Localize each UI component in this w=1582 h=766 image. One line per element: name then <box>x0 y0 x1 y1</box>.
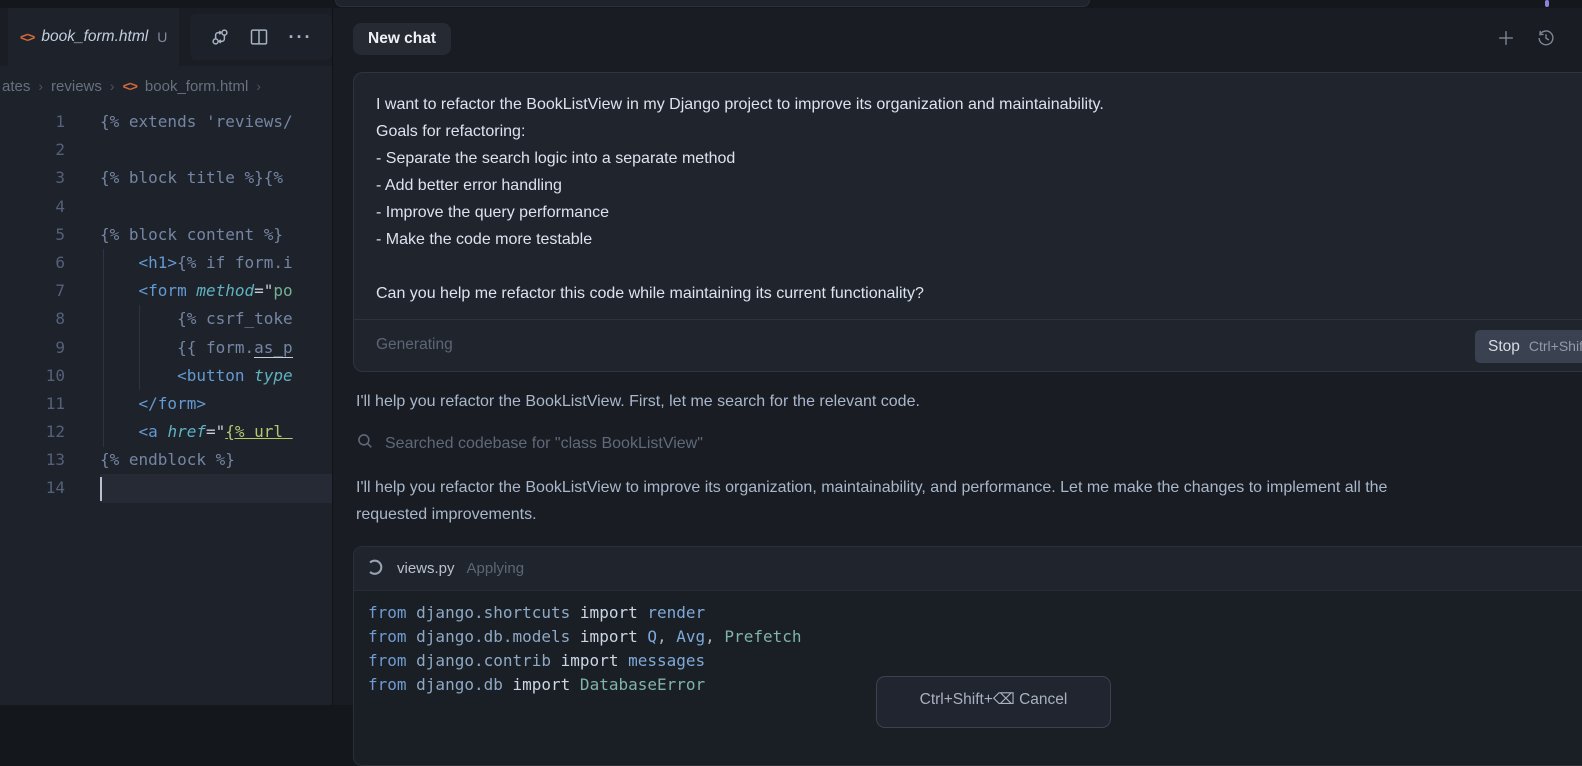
code-line: 8 {% csrf_toke <box>0 305 332 333</box>
message-line: - Make the code more testable <box>376 226 1582 253</box>
tab-filename: book_form.html <box>41 28 148 46</box>
command-palette-box[interactable] <box>335 0 1090 7</box>
indent-guide <box>103 249 104 447</box>
code-line: 10 <button type <box>0 362 332 390</box>
code-block-header[interactable]: views.py Applying <box>354 547 1582 591</box>
search-icon <box>356 432 374 455</box>
code-line: from django.contrib import messages <box>368 649 1582 673</box>
chat-header: New chat <box>333 8 1582 70</box>
user-message-text: I want to refactor the BookListView in m… <box>354 73 1582 307</box>
breadcrumb: ates›reviews›<>book_form.html› <box>0 66 332 106</box>
breadcrumb-item[interactable]: reviews <box>51 78 102 95</box>
message-line: Goals for refactoring: <box>376 118 1582 145</box>
line-number: 7 <box>0 277 65 305</box>
history-icon[interactable] <box>1536 28 1556 53</box>
tab-bar: <> book_form.html U ··· <box>0 8 332 66</box>
assistant-paragraph-2-line1: I'll help you refactor the BookListView … <box>356 474 1582 502</box>
breadcrumb-item[interactable]: book_form.html <box>145 78 248 95</box>
text-cursor <box>100 477 102 501</box>
code-line: 4 <box>0 193 332 221</box>
line-number: 12 <box>0 418 65 446</box>
tool-call-text: Searched codebase for "class BookListVie… <box>385 435 703 453</box>
stop-button[interactable]: Stop Ctrl+Shift+⌫ <box>1475 330 1582 363</box>
editor-pane: <> book_form.html U ··· ates›reviews›<>b… <box>0 8 332 705</box>
tool-call-row[interactable]: Searched codebase for "class BookListVie… <box>356 432 703 455</box>
line-number: 11 <box>0 390 65 418</box>
code-line: 6 <h1>{% if form.i <box>0 249 332 277</box>
html-file-icon: <> <box>123 78 137 94</box>
accent-dot <box>1545 0 1549 7</box>
line-number: 1 <box>0 108 65 136</box>
file-tab[interactable]: <> book_form.html U <box>8 8 179 66</box>
html-file-icon: <> <box>20 29 34 45</box>
message-line: I want to refactor the BookListView in m… <box>376 91 1582 118</box>
line-number: 9 <box>0 334 65 362</box>
line-number: 4 <box>0 193 65 221</box>
line-number: 8 <box>0 305 65 333</box>
message-line: - Add better error handling <box>376 172 1582 199</box>
code-line: 11 </form> <box>0 390 332 418</box>
split-editor-icon[interactable] <box>249 27 269 47</box>
chat-tab[interactable]: New chat <box>353 23 451 55</box>
assistant-paragraph-1: I'll help you refactor the BookListView.… <box>356 388 1582 416</box>
message-footer: Generating Stop Ctrl+Shift+⌫ <box>354 319 1582 372</box>
line-number: 6 <box>0 249 65 277</box>
git-compare-icon[interactable] <box>210 27 230 47</box>
line-number: 14 <box>0 474 65 502</box>
code-line: 7 <form method="po <box>0 277 332 305</box>
code-block-card: views.py Applying from django.shortcuts … <box>353 546 1582 766</box>
cancel-shortcut-button[interactable]: Ctrl+Shift+⌫ Cancel <box>876 676 1111 728</box>
code-line: 12 <a href="{% url <box>0 418 332 446</box>
new-chat-icon[interactable] <box>1496 28 1516 53</box>
code-line: 5{% block content %} <box>0 221 332 249</box>
code-editor[interactable]: 1{% extends 'reviews/2 3{% block title %… <box>0 108 332 705</box>
breadcrumb-item[interactable]: ates <box>2 78 30 95</box>
code-block-filename: views.py <box>397 560 455 577</box>
message-line: - Improve the query performance <box>376 199 1582 226</box>
indent-guide <box>139 305 140 390</box>
code-line: 13{% endblock %} <box>0 446 332 474</box>
user-message-card: I want to refactor the BookListView in m… <box>353 72 1582 372</box>
line-number: 13 <box>0 446 65 474</box>
line-number: 2 <box>0 136 65 164</box>
stop-shortcut: Ctrl+Shift+⌫ <box>1529 338 1582 355</box>
more-actions-icon[interactable]: ··· <box>289 27 313 48</box>
line-number: 10 <box>0 362 65 390</box>
code-line: from django.shortcuts import render <box>368 601 1582 625</box>
chat-panel: New chat I want to refactor the BookList… <box>332 8 1582 705</box>
spinner-icon <box>363 555 391 583</box>
code-line: 14 <box>0 474 332 502</box>
code-line: 3{% block title %}{% <box>0 164 332 192</box>
message-line <box>376 253 1582 280</box>
git-status-badge: U <box>157 29 167 45</box>
code-line: 1{% extends 'reviews/ <box>0 108 332 136</box>
generating-status: Generating <box>376 336 453 354</box>
editor-actions: ··· <box>190 14 332 60</box>
line-number: 3 <box>0 164 65 192</box>
title-bar <box>0 0 1582 8</box>
code-line: from django.db.models import Q, Avg, Pre… <box>368 625 1582 649</box>
code-line: 9 {{ form.as_p <box>0 334 332 362</box>
code-block-status: Applying <box>467 560 525 577</box>
message-line: - Separate the search logic into a separ… <box>376 145 1582 172</box>
line-number: 5 <box>0 221 65 249</box>
assistant-paragraph-2-line2: requested improvements. <box>356 501 1582 529</box>
code-line: 2 <box>0 136 332 164</box>
message-line: Can you help me refactor this code while… <box>376 280 1582 307</box>
